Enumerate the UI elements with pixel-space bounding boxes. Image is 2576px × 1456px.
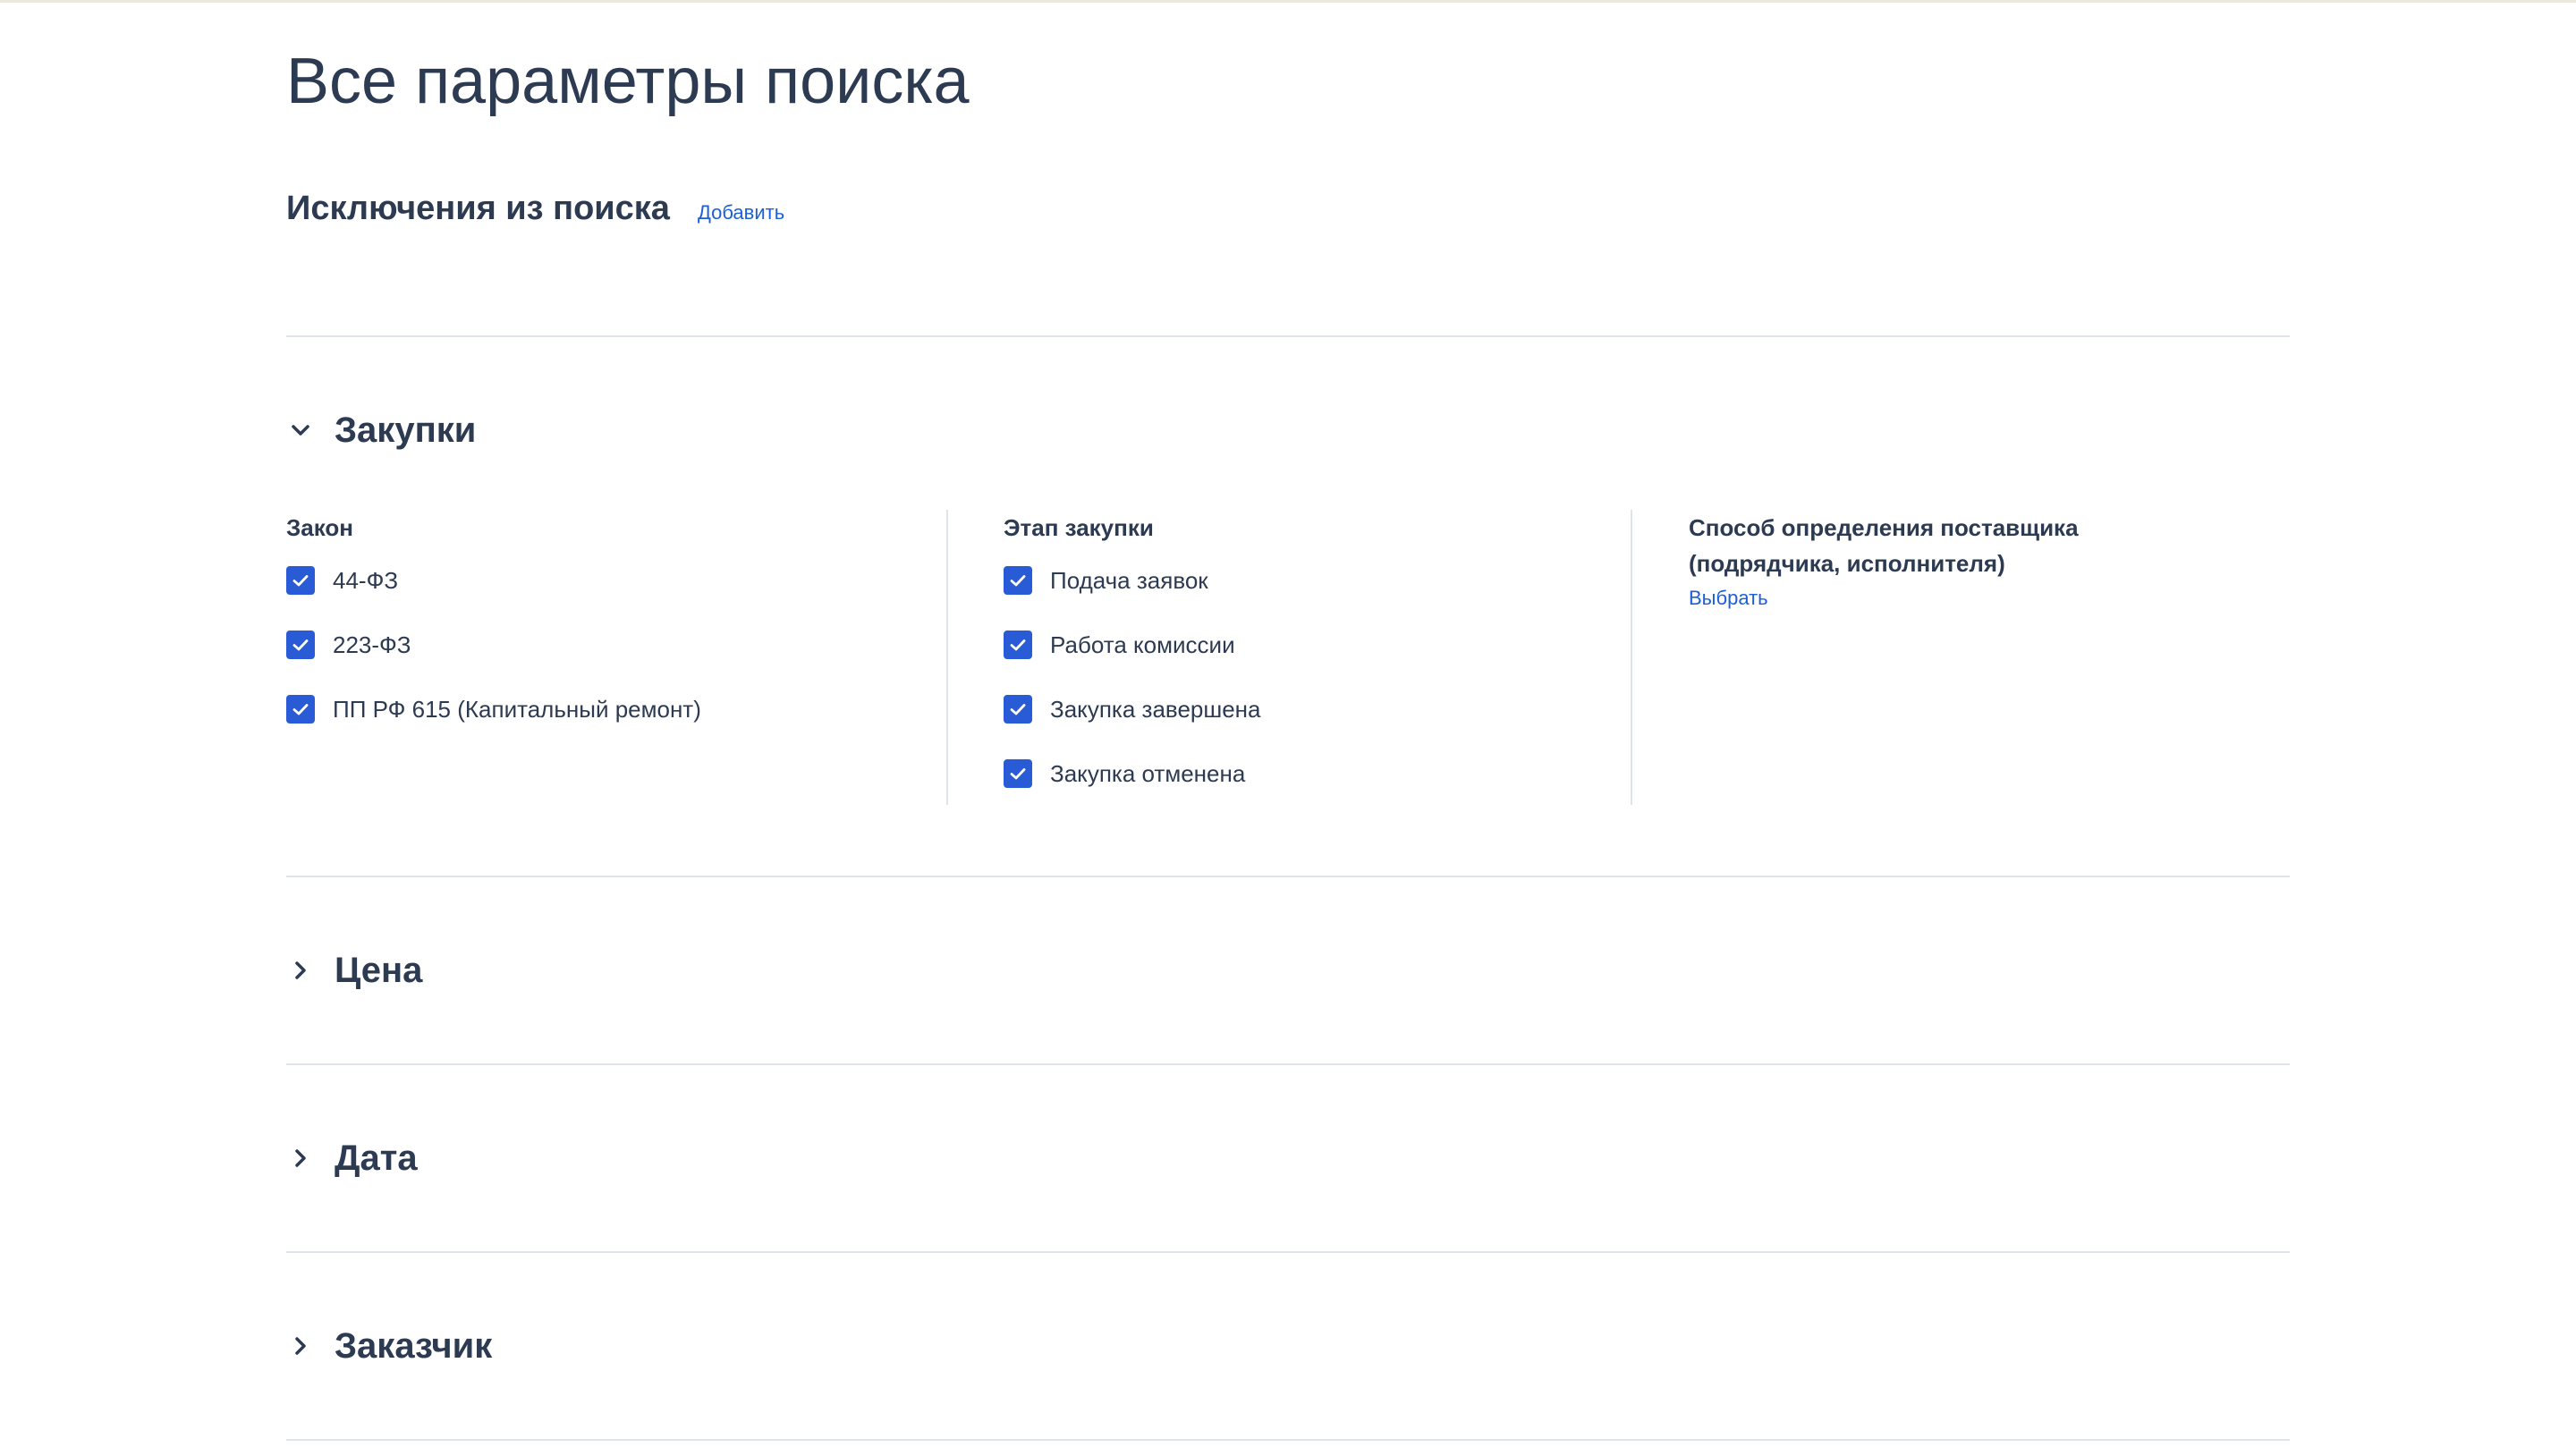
divider [286,335,2290,337]
method-select-link[interactable]: Выбрать [1689,587,1768,610]
exclusions-title: Исключения из поиска [286,190,670,227]
method-filter-title: Способ определения поставщика [1689,514,2079,541]
law-checkbox-223fz[interactable]: 223-ФЗ [286,630,701,660]
checkbox-label: Работа комиссии [1050,631,1235,658]
divider [286,876,2290,877]
checkbox-checked-icon[interactable] [1004,631,1032,659]
section-header-date[interactable]: Дата [286,1133,418,1183]
page-title: Все параметры поиска [286,46,970,117]
law-filter-column: Закон 44-ФЗ 223-ФЗ ПП РФ 615 (Капитальны… [286,510,701,758]
law-checkbox-list: 44-ФЗ 223-ФЗ ПП РФ 615 (Капитальный ремо… [286,565,701,724]
section-header-purchases[interactable]: Закупки [286,405,476,455]
stage-checkbox-cancelled[interactable]: Закупка отменена [1004,758,1261,789]
method-filter-column: Способ определения поставщика (подрядчик… [1689,510,2079,610]
checkbox-checked-icon[interactable] [1004,759,1032,788]
checkbox-label: 44-ФЗ [333,566,399,594]
section-title-price: Цена [335,950,423,990]
divider [286,1063,2290,1065]
section-title-customer: Заказчик [335,1325,493,1366]
checkbox-checked-icon[interactable] [286,566,315,595]
top-border [0,0,2576,3]
law-checkbox-pp615[interactable]: ПП РФ 615 (Капитальный ремонт) [286,694,701,724]
checkbox-label: Подача заявок [1050,566,1208,594]
stage-checkbox-list: Подача заявок Работа комиссии Закупка за… [1004,565,1261,789]
checkbox-label: Закупка завершена [1050,695,1261,723]
checkbox-label: ПП РФ 615 (Капитальный ремонт) [333,695,701,723]
exclusions-header: Исключения из поиска Добавить [286,190,784,228]
stage-filter-title: Этап закупки [1004,514,1154,541]
checkbox-checked-icon[interactable] [1004,695,1032,724]
stage-checkbox-applications[interactable]: Подача заявок [1004,565,1261,596]
section-header-price[interactable]: Цена [286,945,422,995]
chevron-right-icon [286,1144,315,1172]
checkbox-checked-icon[interactable] [286,631,315,659]
column-separator [946,510,948,805]
exclusions-add-link[interactable]: Добавить [698,201,784,224]
stage-filter-column: Этап закупки Подача заявок Работа комисс… [1004,510,1261,823]
section-header-customer[interactable]: Заказчик [286,1321,492,1371]
divider [286,1251,2290,1253]
column-separator [1631,510,1632,805]
section-title-date: Дата [335,1138,418,1178]
method-filter-subtitle: (подрядчика, исполнителя) [1689,550,2005,577]
stage-checkbox-completed[interactable]: Закупка завершена [1004,694,1261,724]
divider [286,1439,2290,1441]
stage-checkbox-commission[interactable]: Работа комиссии [1004,630,1261,660]
section-title-purchases: Закупки [335,410,477,450]
checkbox-checked-icon[interactable] [1004,566,1032,595]
checkbox-label: Закупка отменена [1050,759,1246,787]
chevron-right-icon [286,956,315,985]
chevron-right-icon [286,1332,315,1360]
law-checkbox-44fz[interactable]: 44-ФЗ [286,565,701,596]
checkbox-checked-icon[interactable] [286,695,315,724]
chevron-down-icon [286,416,315,444]
law-filter-title: Закон [286,514,354,541]
checkbox-label: 223-ФЗ [333,631,411,658]
